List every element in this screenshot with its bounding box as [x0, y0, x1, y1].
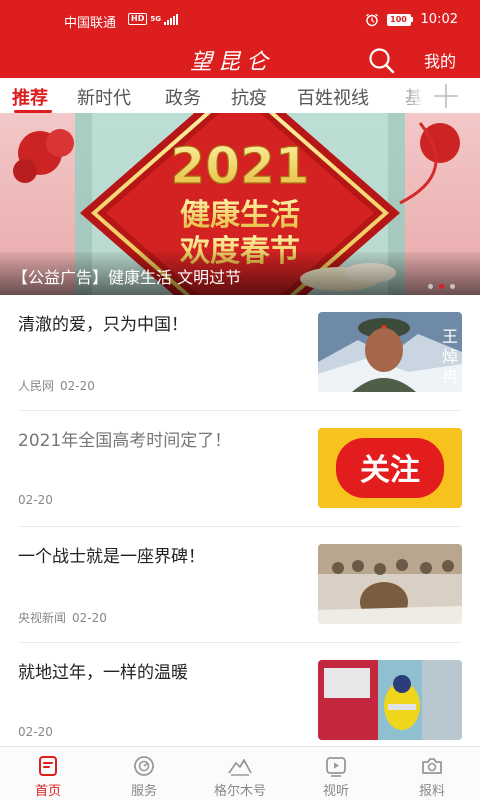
mountain-icon: [228, 759, 252, 776]
news-item[interactable]: 2021年全国高考时间定了！ 02-20 关注: [0, 411, 480, 527]
news-meta: 人民网 02-20: [18, 377, 95, 394]
nav-service[interactable]: 服务: [96, 747, 192, 800]
app-header: 望昆仑 我的: [0, 42, 480, 78]
tabs-more-button[interactable]: [424, 78, 480, 114]
category-tabs: 推荐 新时代 政务 抗疫 百姓视线 基: [0, 78, 480, 114]
plus-icon: [434, 84, 458, 108]
news-item[interactable]: 就地过年，一样的温暖 02-20: [0, 643, 480, 759]
news-title[interactable]: 2021年全国高考时间定了！: [18, 429, 298, 453]
carrier-name: 中国联通: [64, 16, 117, 31]
follow-thumb-text: 关注: [360, 453, 420, 488]
news-title[interactable]: 一个战士就是一座界碑！: [18, 545, 298, 569]
tab-new-era[interactable]: 新时代: [77, 84, 131, 110]
signal-icon: [163, 13, 178, 25]
news-date: 02-20: [18, 493, 53, 507]
network-type: 5G: [150, 14, 161, 23]
news-meta: 02-20: [18, 725, 53, 739]
nav-label: 报料: [418, 784, 445, 799]
news-date: 02-20: [72, 611, 107, 625]
news-thumbnail[interactable]: 关注: [318, 428, 462, 508]
status-bar: 中国联通 HD 5G 100 10:02: [0, 0, 480, 42]
camera-icon: [422, 758, 442, 774]
carousel-dot: [450, 284, 455, 289]
battery-level: 100: [386, 13, 411, 26]
battery-icon: 100: [386, 13, 413, 26]
carousel-dot-active: [439, 284, 444, 289]
nav-label: 格尔木号: [213, 784, 266, 799]
nav-label: 视听: [322, 784, 349, 799]
news-date: 02-20: [18, 725, 53, 739]
nav-home[interactable]: 首页: [0, 747, 96, 800]
tab-recommend[interactable]: 推荐: [12, 84, 48, 110]
mine-button[interactable]: 我的: [424, 48, 456, 72]
svg-text:王: 王: [442, 327, 458, 346]
video-icon: [326, 757, 346, 777]
news-thumbnail[interactable]: 王 焯 冉: [318, 312, 462, 392]
svg-text:冉: 冉: [442, 367, 458, 386]
banner-line1: 健康生活: [180, 198, 300, 233]
news-item[interactable]: 一个战士就是一座界碑！ 央视新闻 02-20: [0, 527, 480, 643]
banner-year: 2021: [170, 137, 309, 195]
carousel-dot: [428, 284, 433, 289]
tab-anti-epidemic[interactable]: 抗疫: [231, 84, 267, 110]
news-thumbnail[interactable]: [318, 544, 462, 624]
signal-group: HD 5G: [128, 13, 178, 25]
nav-media[interactable]: 视听: [288, 747, 384, 800]
news-date: 02-20: [60, 379, 95, 393]
tab-government[interactable]: 政务: [165, 84, 201, 110]
service-icon: [134, 756, 154, 776]
news-meta: 央视新闻 02-20: [18, 609, 107, 626]
nav-label: 服务: [130, 784, 157, 799]
bottom-nav: 首页 服务 格尔木号 视听 报料: [0, 746, 480, 800]
nav-golmud[interactable]: 格尔木号: [192, 747, 288, 800]
tab-public-view[interactable]: 百姓视线: [297, 84, 369, 110]
news-source: 人民网: [18, 379, 55, 393]
carousel-dots: [428, 284, 455, 289]
search-icon[interactable]: [366, 45, 396, 75]
news-item[interactable]: 清澈的爱，只为中国！ 人民网 02-20 王 焯 冉: [0, 295, 480, 411]
news-source: 央视新闻: [18, 611, 67, 625]
nav-label: 首页: [34, 784, 61, 799]
news-thumbnail[interactable]: [318, 660, 462, 740]
home-icon: [39, 756, 57, 776]
banner-caption[interactable]: 【公益广告】健康生活 文明过节: [12, 264, 241, 288]
nav-report[interactable]: 报料: [384, 747, 480, 800]
clock: 10:02: [420, 12, 458, 27]
app-logo: 望昆仑: [190, 50, 275, 75]
hd-badge: HD: [128, 13, 148, 25]
alarm-icon: [365, 13, 378, 26]
news-title[interactable]: 就地过年，一样的温暖: [18, 661, 298, 685]
news-title[interactable]: 清澈的爱，只为中国！: [18, 313, 298, 337]
news-meta: 02-20: [18, 493, 53, 507]
svg-text:焯: 焯: [442, 347, 458, 366]
